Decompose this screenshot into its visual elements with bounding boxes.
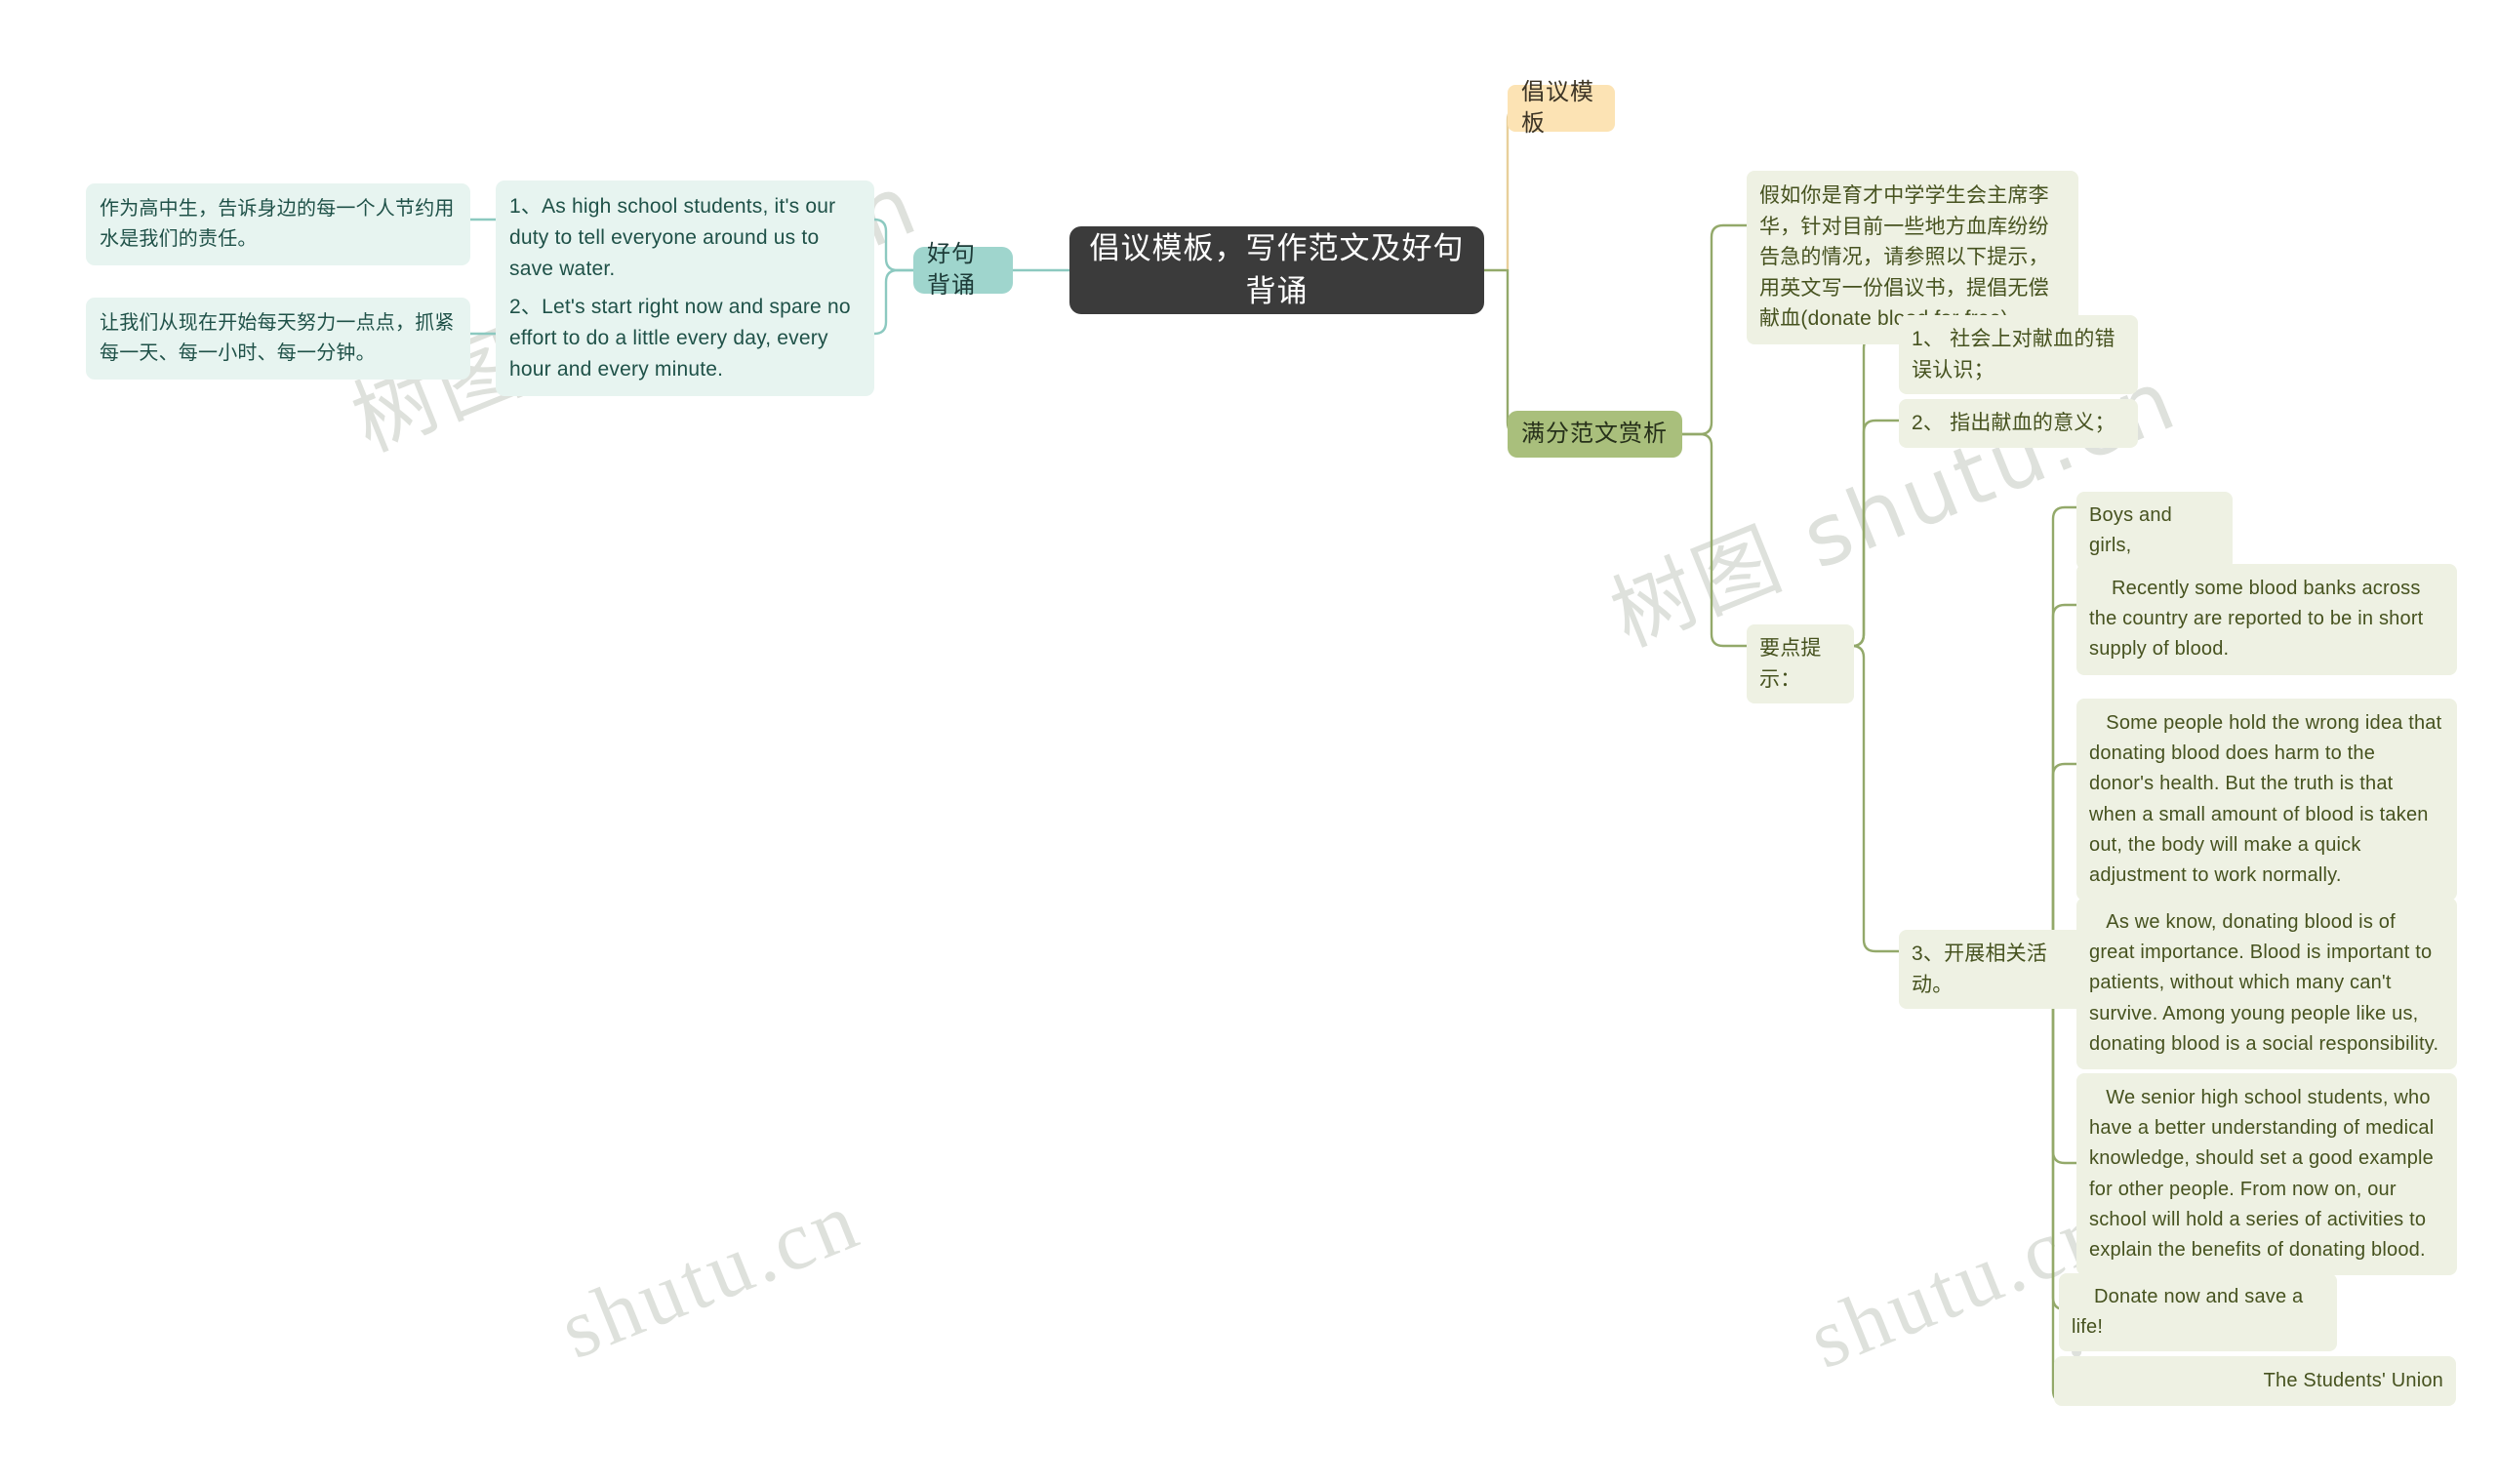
leaf-text: Recently some blood banks across the cou… xyxy=(2089,578,2430,661)
leaf-node-essay-call-to-action[interactable]: Donate now and save a life! xyxy=(2059,1273,2337,1352)
leaf-text: Some people hold the wrong idea that don… xyxy=(2089,712,2448,886)
leaf-text: 1、 社会上对献血的错误认识； xyxy=(1912,328,2115,381)
leaf-text: We senior high school students, who have… xyxy=(2089,1087,2440,1261)
leaf-text: 2、Let's start right now and spare no eff… xyxy=(509,296,857,381)
leaf-node-key-point-1[interactable]: 1、 社会上对献血的错误认识； xyxy=(1899,315,2138,394)
branch-node-good-sentences[interactable]: 好句背诵 xyxy=(913,241,1013,299)
leaf-text: 让我们从现在开始每天努力一点点，抓紧每一天、每一小时、每一分钟。 xyxy=(100,312,455,364)
leaf-text: 要点提示： xyxy=(1759,637,1822,691)
root-node[interactable]: 倡议模板，写作范文及好句背诵 xyxy=(1069,226,1484,314)
leaf-node-chinese-sentence-1[interactable]: 作为高中生，告诉身边的每一个人节约用水是我们的责任。 xyxy=(86,183,470,265)
branch-node-model-essay[interactable]: 满分范文赏析 xyxy=(1508,411,1682,458)
leaf-text: 作为高中生，告诉身边的每一个人节约用水是我们的责任。 xyxy=(100,198,455,250)
leaf-node-essay-paragraph-4[interactable]: As we know, donating blood is of great i… xyxy=(2076,898,2457,1069)
leaf-text: As we know, donating blood is of great i… xyxy=(2089,911,2439,1055)
leaf-text: The Students' Union xyxy=(2263,1370,2443,1391)
leaf-text: 3、开展相关活动。 xyxy=(1912,943,2048,996)
branch-label: 倡议模板 xyxy=(1521,78,1594,137)
leaf-node-essay-paragraph-1[interactable]: Boys and girls, xyxy=(2076,492,2233,571)
leaf-node-english-sentence-1[interactable]: 1、As high school students, it's our duty… xyxy=(496,180,874,296)
leaf-text: Boys and girls, xyxy=(2089,504,2178,557)
leaf-node-essay-paragraph-3[interactable]: Some people hold the wrong idea that don… xyxy=(2076,699,2457,902)
leaf-node-essay-paragraph-5[interactable]: We senior high school students, who have… xyxy=(2076,1073,2457,1276)
leaf-node-key-point-3[interactable]: 3、开展相关活动。 xyxy=(1899,930,2100,1009)
leaf-node-essay-signature[interactable]: The Students' Union xyxy=(2054,1356,2456,1407)
leaf-node-key-point-2[interactable]: 2、 指出献血的意义； xyxy=(1899,399,2138,448)
leaf-text: Donate now and save a life! xyxy=(2072,1286,2310,1339)
leaf-node-key-points-label[interactable]: 要点提示： xyxy=(1747,624,1854,703)
watermark: shutu.cn xyxy=(546,1172,873,1377)
leaf-text: 1、As high school students, it's our duty… xyxy=(509,195,842,280)
branch-label: 满分范文赏析 xyxy=(1521,420,1668,447)
leaf-text: 假如你是育才中学学生会主席李华，针对目前一些地方血库纷纷告急的情况，请参照以下提… xyxy=(1759,184,2049,330)
leaf-text: 2、 指出献血的意义； xyxy=(1912,412,2115,434)
leaf-node-chinese-sentence-2[interactable]: 让我们从现在开始每天努力一点点，抓紧每一天、每一小时、每一分钟。 xyxy=(86,298,470,380)
leaf-node-english-sentence-2[interactable]: 2、Let's start right now and spare no eff… xyxy=(496,281,874,396)
mindmap-canvas: 树图 shutu.cn 树图 shutu.cn shutu.cn shutu.c… xyxy=(0,0,2498,1484)
branch-node-proposal-template[interactable]: 倡议模板 xyxy=(1508,79,1615,137)
root-title: 倡议模板，写作范文及好句背诵 xyxy=(1089,230,1465,308)
branch-label: 好句背诵 xyxy=(927,240,976,299)
leaf-node-essay-paragraph-2[interactable]: Recently some blood banks across the cou… xyxy=(2076,564,2457,675)
